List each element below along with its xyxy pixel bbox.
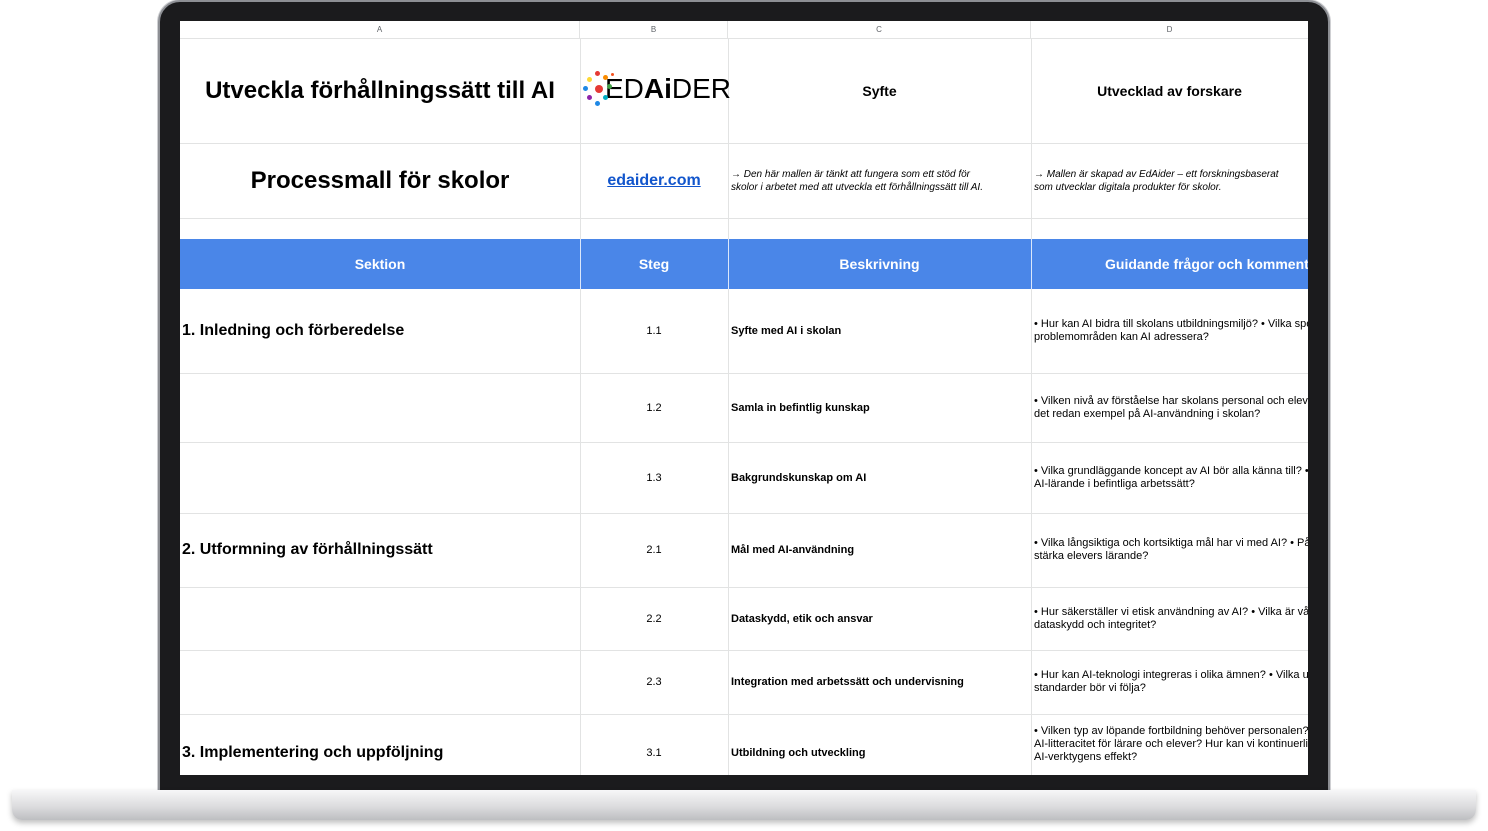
logo-dots-icon	[581, 67, 614, 111]
header-steg[interactable]: Steg	[580, 239, 728, 289]
guide-cell[interactable]: • Vilka långsiktiga och kortsiktiga mål …	[1031, 513, 1308, 587]
step-number[interactable]: 1.1	[580, 289, 728, 373]
developed-header[interactable]: Utvecklad av forskare	[1031, 39, 1308, 143]
developed-note-line-1: → Mallen är skapad av EdAider – ett fors…	[1034, 168, 1279, 180]
header-sektion[interactable]: Sektion	[180, 239, 580, 289]
guide-line: • Vilka grundläggande koncept av AI bör …	[1034, 464, 1308, 477]
purpose-note[interactable]: → Den här mallen är tänkt att fungera so…	[728, 143, 1031, 218]
step-description[interactable]: Integration med arbetssätt och undervisn…	[728, 650, 1031, 714]
guide-line: standarder bör vi följa?	[1034, 682, 1146, 694]
purpose-note-line-2: skolor i arbetet med att utveckla ett fö…	[731, 181, 983, 193]
guide-line: det redan exempel på AI-användning i sko…	[1034, 407, 1261, 420]
developed-note-line-2: som utvecklar digitala produkter för sko…	[1034, 181, 1222, 193]
column-header-bar: A B C D	[180, 21, 1308, 39]
spreadsheet-screen: A B C D Utveckla förhållningssätt till A…	[180, 21, 1308, 775]
guide-line: AI-verktygens effekt?	[1034, 751, 1138, 763]
purpose-note-line-1: → Den här mallen är tänkt att fungera so…	[731, 168, 971, 180]
step-description[interactable]: Dataskydd, etik och ansvar	[728, 587, 1031, 650]
edaider-logo: EDAiDER	[581, 67, 731, 111]
laptop-base	[12, 790, 1476, 820]
section-label[interactable]: 1. Inledning och förberedelse	[180, 289, 580, 373]
logo-text-der: DER	[671, 73, 731, 104]
step-description[interactable]: Bakgrundskunskap om AI	[728, 442, 1031, 513]
edaider-link[interactable]: edaider.com	[580, 143, 728, 218]
section-label[interactable]: 3. Implementering och uppföljning	[180, 721, 580, 775]
guide-cell[interactable]: • Hur kan AI-teknologi integreras i olik…	[1031, 650, 1308, 714]
sheet-subtitle[interactable]: Processmall för skolor	[180, 143, 580, 218]
header-beskrivning[interactable]: Beskrivning	[728, 239, 1031, 289]
column-header-a[interactable]: A	[180, 21, 580, 39]
step-description[interactable]: Samla in befintlig kunskap	[728, 373, 1031, 442]
step-number[interactable]: 1.2	[580, 373, 728, 442]
step-number[interactable]: 2.3	[580, 650, 728, 714]
column-header-d[interactable]: D	[1031, 21, 1308, 39]
grid-line	[180, 218, 1308, 219]
guide-line: stärka elevers lärande?	[1034, 550, 1149, 562]
step-description[interactable]: Utbildning och utveckling	[728, 721, 1031, 775]
guide-line: AI-lärande i befintliga arbetssätt?	[1034, 477, 1195, 490]
step-number[interactable]: 1.3	[580, 442, 728, 513]
guide-cell[interactable]: • Hur säkerställer vi etisk användning a…	[1031, 587, 1308, 650]
purpose-header[interactable]: Syfte	[728, 39, 1031, 143]
guide-line: • Vilken typ av löpande fortbildning beh…	[1034, 725, 1308, 737]
guide-line: • Vilken nivå av förståelse har skolans …	[1034, 394, 1308, 407]
guide-line: • Hur säkerställer vi etisk användning a…	[1034, 605, 1308, 618]
column-header-b[interactable]: B	[580, 21, 728, 39]
guide-line: AI-litteracitet för lärare och elever? H…	[1034, 738, 1308, 750]
guide-line: • Vilka långsiktiga och kortsiktiga mål …	[1034, 537, 1308, 549]
step-description[interactable]: Syfte med AI i skolan	[728, 289, 1031, 373]
step-number[interactable]: 3.1	[580, 721, 728, 775]
guide-line: • Hur kan AI bidra till skolans utbildni…	[1034, 318, 1308, 330]
laptop-mockup: A B C D Utveckla förhållningssätt till A…	[0, 0, 1488, 831]
guide-cell[interactable]: • Vilken nivå av förståelse har skolans …	[1031, 373, 1308, 442]
guide-cell[interactable]: • Vilken typ av löpande fortbildning beh…	[1031, 714, 1308, 775]
step-number[interactable]: 2.2	[580, 587, 728, 650]
step-description[interactable]: Mål med AI-användning	[728, 513, 1031, 587]
guide-line: problemområden kan AI adressera?	[1034, 331, 1209, 343]
guide-cell[interactable]: • Vilka grundläggande koncept av AI bör …	[1031, 442, 1308, 513]
guide-line: dataskydd och integritet?	[1034, 618, 1157, 631]
sheet-title[interactable]: Utveckla förhållningssätt till AI	[180, 39, 580, 143]
header-guidande[interactable]: Guidande frågor och kommentarer	[1031, 239, 1308, 289]
section-label[interactable]: 2. Utformning av förhållningssätt	[180, 513, 580, 587]
developed-note[interactable]: → Mallen är skapad av EdAider – ett fors…	[1031, 143, 1308, 218]
guide-line: • Hur kan AI-teknologi integreras i olik…	[1034, 669, 1308, 681]
guide-cell[interactable]: • Hur kan AI bidra till skolans utbildni…	[1031, 289, 1308, 373]
step-number[interactable]: 2.1	[580, 513, 728, 587]
logo-text-ai: Ai	[643, 73, 672, 104]
column-header-c[interactable]: C	[728, 21, 1031, 39]
